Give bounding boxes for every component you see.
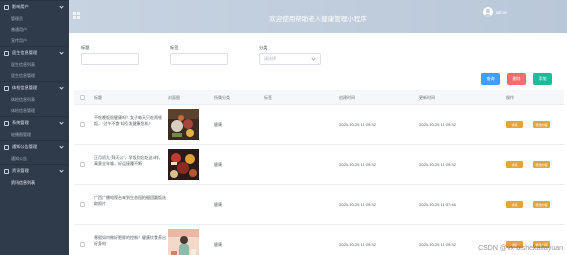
row-title: 不吃晚饭很健康吗？女子每天只吃两顿饭，“过午不食”却引发健康危机！ xyxy=(94,115,162,126)
chevron-down-icon xyxy=(59,49,64,55)
sidebar-item-normal-users[interactable]: 普通用户 xyxy=(0,24,69,35)
chevron-down-icon xyxy=(59,143,64,149)
row-title: 正月初九“拜天公”，早饭别忘吃这4样，寓意全年顺，好运接踵不断 xyxy=(94,155,163,166)
row-category: 健康 xyxy=(214,242,222,247)
detail-button[interactable]: 详情 xyxy=(506,161,523,168)
sidebar-group-label: 通知公告管理 xyxy=(12,144,38,149)
category-select[interactable]: 请选择 xyxy=(259,53,321,65)
column-header-cover: 封面图 xyxy=(168,95,180,100)
table-header: 标题 封面图 所属分类 标签 创建时间 更新时间 操作 xyxy=(74,90,564,105)
row-created: 2023-10-25 11:29:32 xyxy=(339,242,376,247)
gear-icon xyxy=(4,120,9,126)
user-menu[interactable]: admin xyxy=(482,7,507,17)
sidebar-group-doctor[interactable]: 居生信息管理 xyxy=(0,46,69,59)
table-row: 正月初九“拜天公”，早饭别忘吃这4样，寓意全年顺，好运接踵不断 健康 2023-… xyxy=(74,145,564,185)
add-button[interactable]: 添加 xyxy=(533,73,552,85)
watermark: CSDN @vx-bishekaifayuan xyxy=(478,245,563,252)
row-checkbox[interactable] xyxy=(80,162,85,167)
title-filter-input[interactable] xyxy=(81,53,139,65)
sidebar-item-notice[interactable]: 通知公告 xyxy=(0,153,69,164)
sidebar-group-checkup[interactable]: 体检信息管理 xyxy=(0,81,69,94)
bell-icon xyxy=(4,144,9,150)
sidebar-group-label: 体检信息管理 xyxy=(12,85,38,90)
column-header-created: 创建时间 xyxy=(339,95,355,100)
row-checkbox[interactable] xyxy=(80,242,85,247)
query-button[interactable]: 查询 xyxy=(481,73,500,85)
sidebar-group-label: 居生信息管理 xyxy=(12,50,38,55)
chevron-down-icon xyxy=(59,167,64,173)
row-checkbox[interactable] xyxy=(80,202,85,207)
sidebar-group-news[interactable]: 资讯管理 xyxy=(0,164,69,177)
edit-button[interactable]: 修改内容 xyxy=(533,121,550,128)
column-header-title: 标题 xyxy=(94,95,102,100)
user-icon xyxy=(4,4,9,10)
cover-image xyxy=(168,109,199,140)
row-updated: 2023-10-25 11:29:32 xyxy=(419,242,456,247)
chevron-down-icon xyxy=(59,3,64,9)
detail-button[interactable]: 详情 xyxy=(506,121,523,128)
top-header: 欢迎使用帮助老人健康管理小程序 admin xyxy=(69,0,567,33)
document-icon xyxy=(4,85,9,91)
row-created: 2023-10-25 11:29:32 xyxy=(339,162,376,167)
username: admin xyxy=(495,9,507,15)
chevron-down-icon xyxy=(311,56,316,61)
select-all-checkbox[interactable] xyxy=(80,95,85,100)
document-icon xyxy=(4,50,9,56)
chevron-down-icon xyxy=(59,84,64,90)
detail-button[interactable]: 详情 xyxy=(506,201,523,208)
row-title: 寒假如何做好肥胖的控制？健康饮食养出好身材 xyxy=(94,235,166,246)
sidebar-item-news-list[interactable]: 资讯信息列表 xyxy=(0,177,69,188)
cover-image xyxy=(168,229,199,255)
sidebar: 影响用户 管理员 普通用户 宣传用户 居生信息管理 居生信息列表 居生信息管理 … xyxy=(0,0,69,255)
sidebar-item-carousel[interactable]: 轮播图管理 xyxy=(0,129,69,140)
sidebar-group-label: 影响用户 xyxy=(12,4,29,9)
sidebar-group-label: 资讯管理 xyxy=(12,168,29,173)
row-updated: 2023-10-25 11:29:32 xyxy=(419,162,456,167)
tag-filter-input[interactable] xyxy=(170,53,228,65)
row-updated: 2023-10-25 11:37:46 xyxy=(419,202,456,207)
column-header-category: 所属分类 xyxy=(214,95,230,100)
chevron-down-icon xyxy=(59,119,64,125)
row-created: 2023-10-25 11:29:32 xyxy=(339,202,376,207)
news-table: 标题 封面图 所属分类 标签 创建时间 更新时间 操作 不吃晚饭很健康吗？女子每… xyxy=(74,90,564,255)
row-checkbox[interactable] xyxy=(80,122,85,127)
edit-button[interactable]: 修改内容 xyxy=(533,161,550,168)
tag-filter-label: 标签 xyxy=(170,45,179,50)
column-header-updated: 更新时间 xyxy=(419,95,435,100)
category-filter-label: 分类 xyxy=(259,45,268,50)
column-header-actions: 操作 xyxy=(506,95,514,100)
sidebar-item-checkup-list[interactable]: 体检信息列表 xyxy=(0,94,69,105)
table-row: 广西广播电视台来到生态园拍摄团圆饭选取照片 健康 2023-10-25 11:2… xyxy=(74,185,564,225)
row-category: 健康 xyxy=(214,202,222,207)
sidebar-group-users[interactable]: 影响用户 xyxy=(0,0,69,13)
sidebar-item-promo-users[interactable]: 宣传用户 xyxy=(0,35,69,46)
news-icon xyxy=(4,168,9,174)
title-filter-label: 标题 xyxy=(81,45,90,50)
sidebar-group-label: 系统管理 xyxy=(12,120,29,125)
sidebar-item-doctor-list[interactable]: 居生信息列表 xyxy=(0,59,69,70)
edit-button[interactable]: 修改内容 xyxy=(533,201,550,208)
sidebar-group-notice[interactable]: 通知公告管理 xyxy=(0,140,69,153)
row-category: 健康 xyxy=(214,162,222,167)
sidebar-item-admin[interactable]: 管理员 xyxy=(0,13,69,24)
row-created: 2023-10-25 11:29:32 xyxy=(339,122,376,127)
row-updated: 2023-10-25 11:29:32 xyxy=(419,122,456,127)
avatar xyxy=(482,7,493,17)
delete-button[interactable]: 删除 xyxy=(507,73,526,85)
row-title: 广西广播电视台来到生态园拍摄团圆饭选取照片 xyxy=(94,195,166,206)
row-category: 健康 xyxy=(214,122,222,127)
sidebar-item-doctor-manage[interactable]: 居生信息管理 xyxy=(0,70,69,81)
table-row: 不吃晚饭很健康吗？女子每天只吃两顿饭，“过午不食”却引发健康危机！ 健康 202… xyxy=(74,105,564,145)
cover-image xyxy=(168,149,199,180)
sidebar-item-checkup-manage[interactable]: 体检信息管理 xyxy=(0,105,69,116)
category-select-placeholder: 请选择 xyxy=(264,56,276,61)
sidebar-group-system[interactable]: 系统管理 xyxy=(0,116,69,129)
column-header-tag: 标签 xyxy=(264,95,272,100)
